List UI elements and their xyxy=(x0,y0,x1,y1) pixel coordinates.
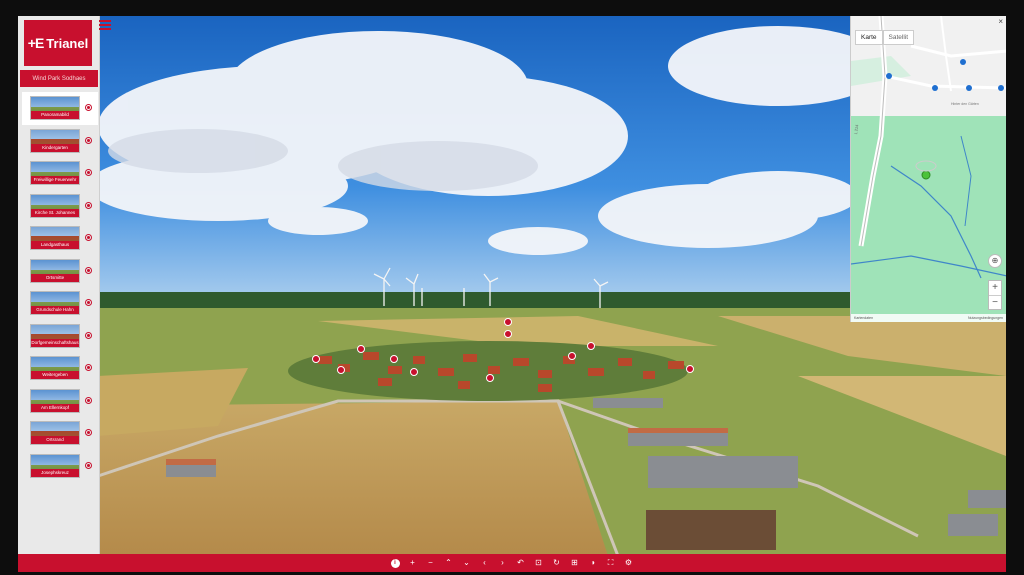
scene-thumbnail: Ortsrand xyxy=(30,421,80,446)
visited-check-icon xyxy=(85,234,92,241)
screen: +E Trianel Wind Park Sodhaes Panoramabil… xyxy=(18,16,1006,572)
visited-check-icon xyxy=(85,364,92,371)
scene-list: Panoramabild Kindergarten Freiwillige Feue… xyxy=(22,92,98,482)
scene-item[interactable]: Weitergeben xyxy=(22,352,98,385)
scene-label: Dorfgemeinschaftshaus xyxy=(31,338,79,347)
zoom-in-icon[interactable]: + xyxy=(408,554,418,572)
scene-label: Grundschule Hahn xyxy=(31,306,79,315)
visited-check-icon xyxy=(85,266,92,274)
scene-item[interactable]: Josephskreuz xyxy=(22,450,98,483)
scene-thumbnail: Am Ellernkopf xyxy=(30,388,80,413)
scene-thumbnail: Landgasthaus xyxy=(30,226,80,251)
scene-label: Freiwillige Feuerwehr xyxy=(31,176,79,185)
street-label: Hinter den Gärten xyxy=(951,102,979,106)
visited-check-icon xyxy=(85,429,92,436)
visited-check-icon xyxy=(85,169,92,176)
hamburger-menu-icon[interactable] xyxy=(99,20,111,30)
scene-item[interactable]: Ortsmitte xyxy=(22,255,98,288)
scene-label: Weitergeben xyxy=(31,371,79,380)
right-icon[interactable]: › xyxy=(498,554,508,572)
map-zoom-control: + − xyxy=(988,280,1002,310)
scene-item[interactable]: Kindergarten xyxy=(22,125,98,158)
monitor-bezel: +E Trianel Wind Park Sodhaes Panoramabil… xyxy=(0,0,1024,575)
scene-label: Am Ellernkopf xyxy=(31,403,79,412)
scene-label: Josephskreuz xyxy=(31,468,79,477)
scene-item[interactable]: Grundschule Hahn xyxy=(22,287,98,320)
scene-item[interactable]: Landgasthaus xyxy=(22,222,98,255)
scene-item[interactable]: Dorfgemeinschaftshaus xyxy=(22,320,98,353)
bottom-toolbar: i + − ⌃ ⌄ ‹ › ↶ ⊡ ↻ ⊞ ◑ ⛶ ⚙ xyxy=(18,554,1006,572)
scene-item[interactable]: Ortsrand xyxy=(22,417,98,450)
scene-label: Kindergarten xyxy=(31,143,79,152)
map-canvas xyxy=(851,16,1006,279)
tab-satellite[interactable]: Satellit xyxy=(882,30,915,45)
scene-item[interactable]: Panoramabild xyxy=(22,92,98,125)
trianel-logo[interactable]: +E Trianel xyxy=(24,20,92,66)
logo-text: Trianel xyxy=(46,35,89,51)
zoom-out-icon[interactable]: − xyxy=(426,554,436,572)
visited-check-icon xyxy=(85,461,92,469)
visited-check-icon xyxy=(85,331,92,339)
down-icon[interactable]: ⌄ xyxy=(462,554,472,572)
visited-check-icon xyxy=(85,136,92,144)
visited-check-icon xyxy=(85,396,92,404)
scene-item[interactable]: Kirche St. Johannes xyxy=(22,190,98,223)
logo-mark: +E xyxy=(27,35,44,51)
scene-thumbnail: Ortsmitte xyxy=(30,258,80,283)
scene-label: Ortsrand xyxy=(31,436,79,445)
locate-icon[interactable]: ⊕ xyxy=(988,254,1002,268)
scene-thumbnail: Weitergeben xyxy=(30,356,80,381)
tab-map[interactable]: Karte xyxy=(855,30,883,45)
scene-item[interactable]: Am Ellernkopf xyxy=(22,385,98,418)
scene-label: Kirche St. Johannes xyxy=(31,208,79,217)
visited-check-icon xyxy=(85,104,92,111)
scene-thumbnail: Freiwillige Feuerwehr xyxy=(30,161,80,186)
scene-thumbnail: Panoramabild xyxy=(30,96,80,121)
location-map[interactable]: × Karte Satellit L 214 Hinter den Gärten… xyxy=(850,16,1006,322)
visited-check-icon xyxy=(85,299,92,306)
scene-label: Panoramabild xyxy=(31,111,79,120)
scene-thumbnail: Kindergarten xyxy=(30,128,80,153)
close-icon[interactable]: × xyxy=(998,17,1003,26)
project-subtitle: Wind Park Sodhaes xyxy=(20,70,98,87)
scene-thumbnail: Kirche St. Johannes xyxy=(30,193,80,218)
scene-label: Landgasthaus xyxy=(31,241,79,250)
scene-thumbnail: Dorfgemeinschaftshaus xyxy=(30,323,80,348)
scene-thumbnail: Josephskreuz xyxy=(30,453,80,478)
rotate-icon[interactable]: ↻ xyxy=(552,554,562,572)
map-attribution[interactable]: Kartendaten xyxy=(854,316,873,320)
map-terms-link[interactable]: Nutzungsbedingungen xyxy=(968,316,1003,320)
map-zoom-out-button[interactable]: − xyxy=(989,295,1001,309)
settings-icon[interactable]: ⚙ xyxy=(624,554,634,572)
sidebar: +E Trianel Wind Park Sodhaes Panoramabil… xyxy=(18,16,100,556)
fullscreen-icon[interactable]: ⛶ xyxy=(606,554,616,572)
info-icon[interactable]: i xyxy=(390,558,400,568)
map-zoom-in-button[interactable]: + xyxy=(989,281,1001,295)
map-type-tabs: Karte Satellit xyxy=(855,30,915,45)
undo-icon[interactable]: ↶ xyxy=(516,554,526,572)
left-icon[interactable]: ‹ xyxy=(480,554,490,572)
scene-thumbnail: Grundschule Hahn xyxy=(30,291,80,316)
visited-check-icon xyxy=(85,201,92,209)
scene-label: Ortsmitte xyxy=(31,273,79,282)
map-icon[interactable]: ⊞ xyxy=(570,554,580,572)
sound-icon[interactable]: ◑ xyxy=(588,554,598,572)
scene-item[interactable]: Freiwillige Feuerwehr xyxy=(22,157,98,190)
up-icon[interactable]: ⌃ xyxy=(444,554,454,572)
map-footer: Kartendaten Nutzungsbedingungen xyxy=(851,314,1006,322)
vr-icon[interactable]: ⊡ xyxy=(534,554,544,572)
